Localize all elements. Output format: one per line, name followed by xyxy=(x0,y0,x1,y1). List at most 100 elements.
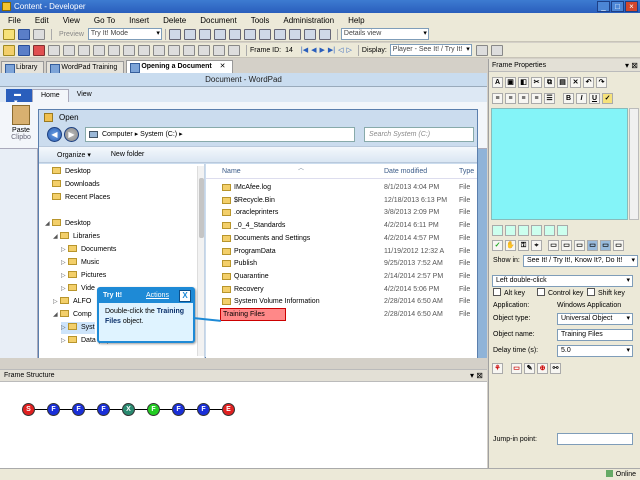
font-icon[interactable]: A xyxy=(492,76,503,88)
redo-text-icon[interactable]: ↷ xyxy=(596,76,607,88)
frame-node[interactable]: F xyxy=(147,403,160,416)
file-row[interactable]: Recovery 4/2/2014 5:06 PM File xyxy=(206,283,477,296)
layer-1-icon[interactable]: ▭ xyxy=(548,239,559,251)
frame-node[interactable]: F xyxy=(197,403,210,416)
find-icon[interactable] xyxy=(258,28,271,40)
nav-item[interactable]: Recent Places xyxy=(45,192,110,204)
nav-item[interactable]: ◢ Desktop xyxy=(45,218,91,230)
bubble-pos-3-icon[interactable] xyxy=(518,224,529,236)
frame-node[interactable]: F xyxy=(172,403,185,416)
layer-4-icon[interactable]: ▭ xyxy=(587,239,598,251)
grid-icon[interactable] xyxy=(78,44,90,56)
shift-key-checkbox[interactable] xyxy=(587,288,595,296)
display-mode-icon[interactable] xyxy=(475,44,488,56)
file-row[interactable]: Documents and Settings 4/2/2014 4:57 PM Fi… xyxy=(206,232,477,245)
control-key-checkbox[interactable] xyxy=(537,288,545,296)
try-it-actions-link[interactable]: Actions xyxy=(146,289,169,303)
expand-icon[interactable]: ▷ xyxy=(61,257,68,269)
file-row[interactable]: _0_4_Standards 4/2/2014 6:11 PM File xyxy=(206,219,477,232)
frame-node[interactable]: X xyxy=(122,403,135,416)
paste-button[interactable]: Paste Clipbo xyxy=(6,105,36,141)
cut-text-icon[interactable]: ✂ xyxy=(531,76,542,88)
breadcrumb-computer[interactable]: Computer xyxy=(102,131,133,138)
align-center-icon[interactable]: ≡ xyxy=(505,92,516,104)
last-frame-icon[interactable]: ▶| xyxy=(328,46,335,54)
nav-item[interactable]: ◢ Libraries xyxy=(53,231,100,243)
layer-3-icon[interactable]: ▭ xyxy=(574,239,585,251)
nav-scrollbar[interactable] xyxy=(197,166,204,356)
back-button[interactable]: ◀ xyxy=(47,127,62,142)
layer-6-icon[interactable]: ▭ xyxy=(613,239,624,251)
nav-item[interactable]: ▷ Music xyxy=(61,257,99,269)
frame-node[interactable]: E xyxy=(222,403,235,416)
new-icon[interactable] xyxy=(3,28,15,40)
branch-icon[interactable] xyxy=(123,44,135,56)
column-name[interactable]: Name xyxy=(222,168,241,175)
expand-icon[interactable]: ◢ xyxy=(45,218,52,230)
delay-time-select[interactable]: 5.0 xyxy=(557,345,633,357)
menu-tools[interactable]: Tools xyxy=(251,16,270,25)
shift-key-option[interactable]: Shift key xyxy=(587,288,625,300)
nav-item[interactable]: ▷ Syst xyxy=(61,322,95,334)
menu-delete[interactable]: Delete xyxy=(163,16,186,25)
nav-item[interactable]: ◢ Comp xyxy=(53,309,92,321)
expand-icon[interactable]: ◢ xyxy=(53,309,60,321)
tab-library[interactable]: Library xyxy=(1,61,45,74)
file-row[interactable]: Publish 9/25/2013 7:52 AM File xyxy=(206,257,477,270)
menu-insert[interactable]: Insert xyxy=(129,16,149,25)
bubble-pos-6-icon[interactable] xyxy=(557,224,568,236)
frame-node[interactable]: F xyxy=(72,403,85,416)
expand-icon[interactable]: ▷ xyxy=(61,244,68,256)
link-icon[interactable] xyxy=(213,44,225,56)
open-icon[interactable] xyxy=(3,44,15,56)
justify-icon[interactable]: ≡ xyxy=(531,92,542,104)
expand-icon[interactable]: ▷ xyxy=(61,322,68,334)
file-row[interactable]: ProgramData 11/19/2012 12:32 A File xyxy=(206,245,477,258)
first-frame-icon[interactable]: |◀ xyxy=(301,46,308,54)
editor-scrollbar[interactable] xyxy=(629,108,639,220)
column-type[interactable]: Type xyxy=(459,168,474,175)
bubble-text-editor[interactable] xyxy=(491,108,628,220)
menu-view[interactable]: View xyxy=(63,16,80,25)
nav-item[interactable]: ▷ Vide xyxy=(61,283,95,295)
check-icon[interactable] xyxy=(288,28,301,40)
sound-icon[interactable] xyxy=(198,44,210,56)
address-bar[interactable]: Computer ▸ System (C:) ▸ xyxy=(85,127,355,142)
marquee-icon[interactable] xyxy=(168,44,180,56)
jump-in-input[interactable] xyxy=(557,433,633,445)
align-icon[interactable] xyxy=(48,44,60,56)
tab-close-icon[interactable]: ✕ xyxy=(220,63,226,70)
file-row[interactable]: $Recycle.Bin 12/18/2013 6:13 PM File xyxy=(206,194,477,207)
file-row[interactable]: System Volume Information 2/28/2014 6:50 … xyxy=(206,295,477,308)
ribbon-tab-view[interactable]: View xyxy=(69,89,100,102)
control-key-option[interactable]: Control key xyxy=(537,288,583,300)
record-icon[interactable] xyxy=(33,44,45,56)
save-icon[interactable] xyxy=(18,28,30,40)
menu-help[interactable]: Help xyxy=(348,16,364,25)
object-type-select[interactable]: Universal Object xyxy=(557,313,633,325)
forward-button[interactable]: ▶ xyxy=(64,127,79,142)
nav-item[interactable]: Desktop xyxy=(45,166,91,178)
bubble-pos-5-icon[interactable] xyxy=(544,224,555,236)
branch-left-icon[interactable]: ◁ xyxy=(338,46,343,54)
print-icon[interactable] xyxy=(273,28,286,40)
align-right-icon[interactable]: ≡ xyxy=(518,92,529,104)
breadcrumb-system-c[interactable]: System (C:) xyxy=(140,131,177,138)
file-row-training-files[interactable]: Training Files 2/28/2014 6:50 AM File xyxy=(206,308,477,321)
frame-node[interactable]: F xyxy=(47,403,60,416)
delete-icon[interactable] xyxy=(213,28,226,40)
action-3-icon[interactable]: ✎ xyxy=(524,362,535,374)
undo-text-icon[interactable]: ↶ xyxy=(583,76,594,88)
action-select[interactable]: Left double-click xyxy=(492,275,633,287)
display-settings-icon[interactable] xyxy=(490,44,503,56)
tab-opening-a-document[interactable]: Opening a Document ✕ xyxy=(126,60,233,73)
close-button[interactable]: × xyxy=(625,1,638,12)
file-row[interactable]: Quarantine 2/14/2014 2:57 PM File xyxy=(206,270,477,283)
nav-item[interactable]: ▷ Documents xyxy=(61,244,116,256)
show-in-select[interactable]: See It! / Try It!, Know It?, Do It! xyxy=(523,255,638,267)
action-1-icon[interactable]: ⚘ xyxy=(492,362,503,374)
decision-icon[interactable] xyxy=(138,44,150,56)
file-row[interactable]: .oracleprinters 3/8/2013 2:09 PM File xyxy=(206,206,477,219)
menu-edit[interactable]: Edit xyxy=(35,16,49,25)
layer-5-icon[interactable]: ▭ xyxy=(600,239,611,251)
